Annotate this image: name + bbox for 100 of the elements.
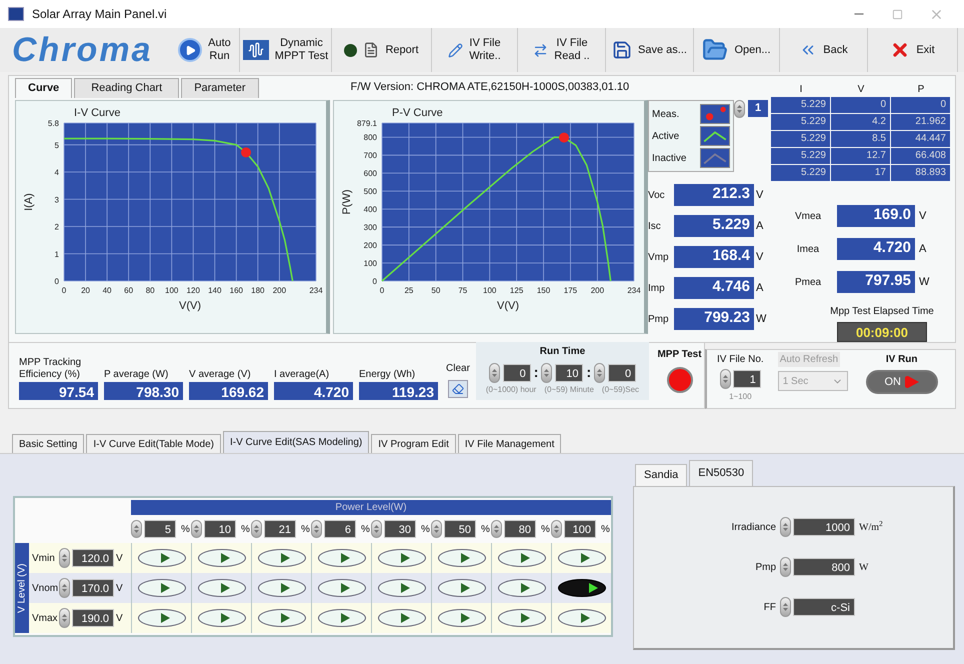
toggle-button[interactable] [138, 579, 186, 597]
numeric-field[interactable]: 170.0 [72, 579, 114, 597]
numeric-field[interactable]: 50 [444, 520, 476, 538]
numeric-field[interactable]: 30 [384, 520, 416, 538]
toggle-button[interactable] [498, 579, 546, 597]
tick-label: 700 [364, 151, 377, 160]
toggle-button[interactable] [258, 579, 306, 597]
spin-button[interactable] [734, 100, 745, 118]
numeric-field[interactable]: 120.0 [72, 549, 114, 567]
toggle-button[interactable] [318, 579, 366, 597]
spin-button[interactable] [551, 520, 562, 538]
numeric-field[interactable]: 1 [732, 370, 761, 388]
toggle-button[interactable] [198, 549, 246, 567]
toggle-button[interactable] [498, 549, 546, 567]
tick-label: 500 [364, 187, 377, 196]
spin-button[interactable] [780, 597, 791, 617]
toggle-button[interactable] [258, 549, 306, 567]
toggle-button[interactable] [318, 549, 366, 567]
toggle-button[interactable] [258, 609, 306, 627]
down-arrow-icon [597, 374, 602, 376]
numeric-field[interactable]: 5 [144, 520, 176, 538]
unit-label: A [756, 218, 764, 234]
tab[interactable]: IV File Management [458, 434, 562, 453]
spin-button[interactable] [59, 548, 70, 568]
triangle-icon [280, 553, 290, 563]
tab[interactable]: Basic Setting [12, 434, 84, 453]
tick-label: 800 [364, 133, 377, 142]
numeric-field[interactable]: 0 [502, 364, 531, 382]
toggle-button[interactable] [198, 579, 246, 597]
toolbar-button[interactable]: Open... [694, 28, 780, 72]
numeric-field[interactable]: 10 [204, 520, 236, 538]
toggle-button[interactable] [198, 609, 246, 627]
spin-button[interactable] [780, 517, 791, 537]
button-label: Report [385, 44, 419, 56]
clear-button[interactable] [448, 380, 468, 398]
toolbar-button[interactable]: IV File Read .. [518, 28, 606, 72]
spin-button[interactable] [59, 608, 70, 628]
toggle-button[interactable] [438, 609, 486, 627]
toolbar-button[interactable]: Dynamic MPPT Test [240, 28, 332, 72]
down-arrow-icon [434, 530, 439, 533]
toggle-button[interactable] [138, 549, 186, 567]
toggle-button[interactable] [378, 549, 426, 567]
numeric-field[interactable]: 21 [264, 520, 296, 538]
tab[interactable]: Curve [15, 78, 72, 98]
toolbar-button[interactable]: Report [332, 28, 432, 72]
tab[interactable]: Parameter [181, 78, 259, 98]
tick-label: 5 [54, 140, 59, 150]
tab[interactable]: I-V Curve Edit(Table Mode) [86, 434, 221, 453]
iv-run-toggle[interactable]: ON [866, 370, 938, 394]
toolbar-button[interactable]: Auto Run [170, 28, 240, 72]
numeric-field[interactable]: 100 [564, 520, 596, 538]
tab[interactable]: I-V Curve Edit(SAS Modeling) [222, 431, 370, 453]
numeric-field[interactable]: c-Si [793, 598, 855, 616]
spin-button[interactable] [720, 369, 731, 389]
tab[interactable]: EN50530 [689, 460, 754, 486]
spin-button[interactable] [488, 362, 500, 382]
numeric-field[interactable]: 6 [324, 520, 356, 538]
toggle-button[interactable] [378, 579, 426, 597]
toolbar-button[interactable]: IV File Write.. [432, 28, 518, 72]
spin-button[interactable] [311, 520, 322, 538]
numeric-field[interactable]: 800 [793, 558, 855, 576]
toggle-button[interactable] [138, 609, 186, 627]
spin-button[interactable] [541, 362, 552, 382]
spin-button[interactable] [594, 362, 606, 382]
tab[interactable]: Reading Chart [74, 78, 180, 98]
tick-label: 120 [186, 286, 200, 295]
tab[interactable]: IV Program Edit [371, 434, 456, 453]
toggle-button[interactable] [318, 609, 366, 627]
toggle-button[interactable] [498, 609, 546, 627]
up-arrow-icon [737, 105, 742, 108]
unit-label: % [421, 522, 430, 536]
spin-button[interactable] [131, 520, 142, 538]
spin-button[interactable] [780, 557, 791, 577]
toggle-button[interactable] [558, 609, 606, 627]
toggle-button[interactable] [558, 549, 606, 567]
up-arrow-icon [783, 603, 788, 606]
toolbar-button[interactable]: Exit [868, 28, 958, 72]
toggle-button[interactable] [558, 579, 606, 597]
toggle-button[interactable] [438, 579, 486, 597]
tab[interactable]: Sandia [635, 464, 688, 486]
toggle-button[interactable] [378, 609, 426, 627]
numeric-field[interactable]: 80 [504, 520, 536, 538]
button-label: Save as... [638, 44, 687, 56]
numeric-field[interactable]: 190.0 [72, 609, 114, 627]
spin-button[interactable] [371, 520, 382, 538]
spin-button[interactable] [59, 578, 70, 598]
triangle-icon [400, 583, 410, 593]
spin-button[interactable] [251, 520, 262, 538]
table-cell: 66.408 [891, 148, 950, 164]
toggle-button[interactable] [438, 549, 486, 567]
numeric-field[interactable]: 10 [555, 364, 584, 382]
spin-button[interactable] [431, 520, 442, 538]
spin-button[interactable] [491, 520, 502, 538]
spin-button[interactable] [191, 520, 202, 538]
triangle-icon [400, 613, 410, 623]
numeric-field[interactable]: 1000 [793, 518, 855, 536]
toolbar-button[interactable]: Save as... [606, 28, 694, 72]
numeric-field[interactable]: 0 [608, 364, 636, 382]
up-arrow-icon [314, 525, 319, 528]
toolbar-button[interactable]: Back [780, 28, 868, 72]
